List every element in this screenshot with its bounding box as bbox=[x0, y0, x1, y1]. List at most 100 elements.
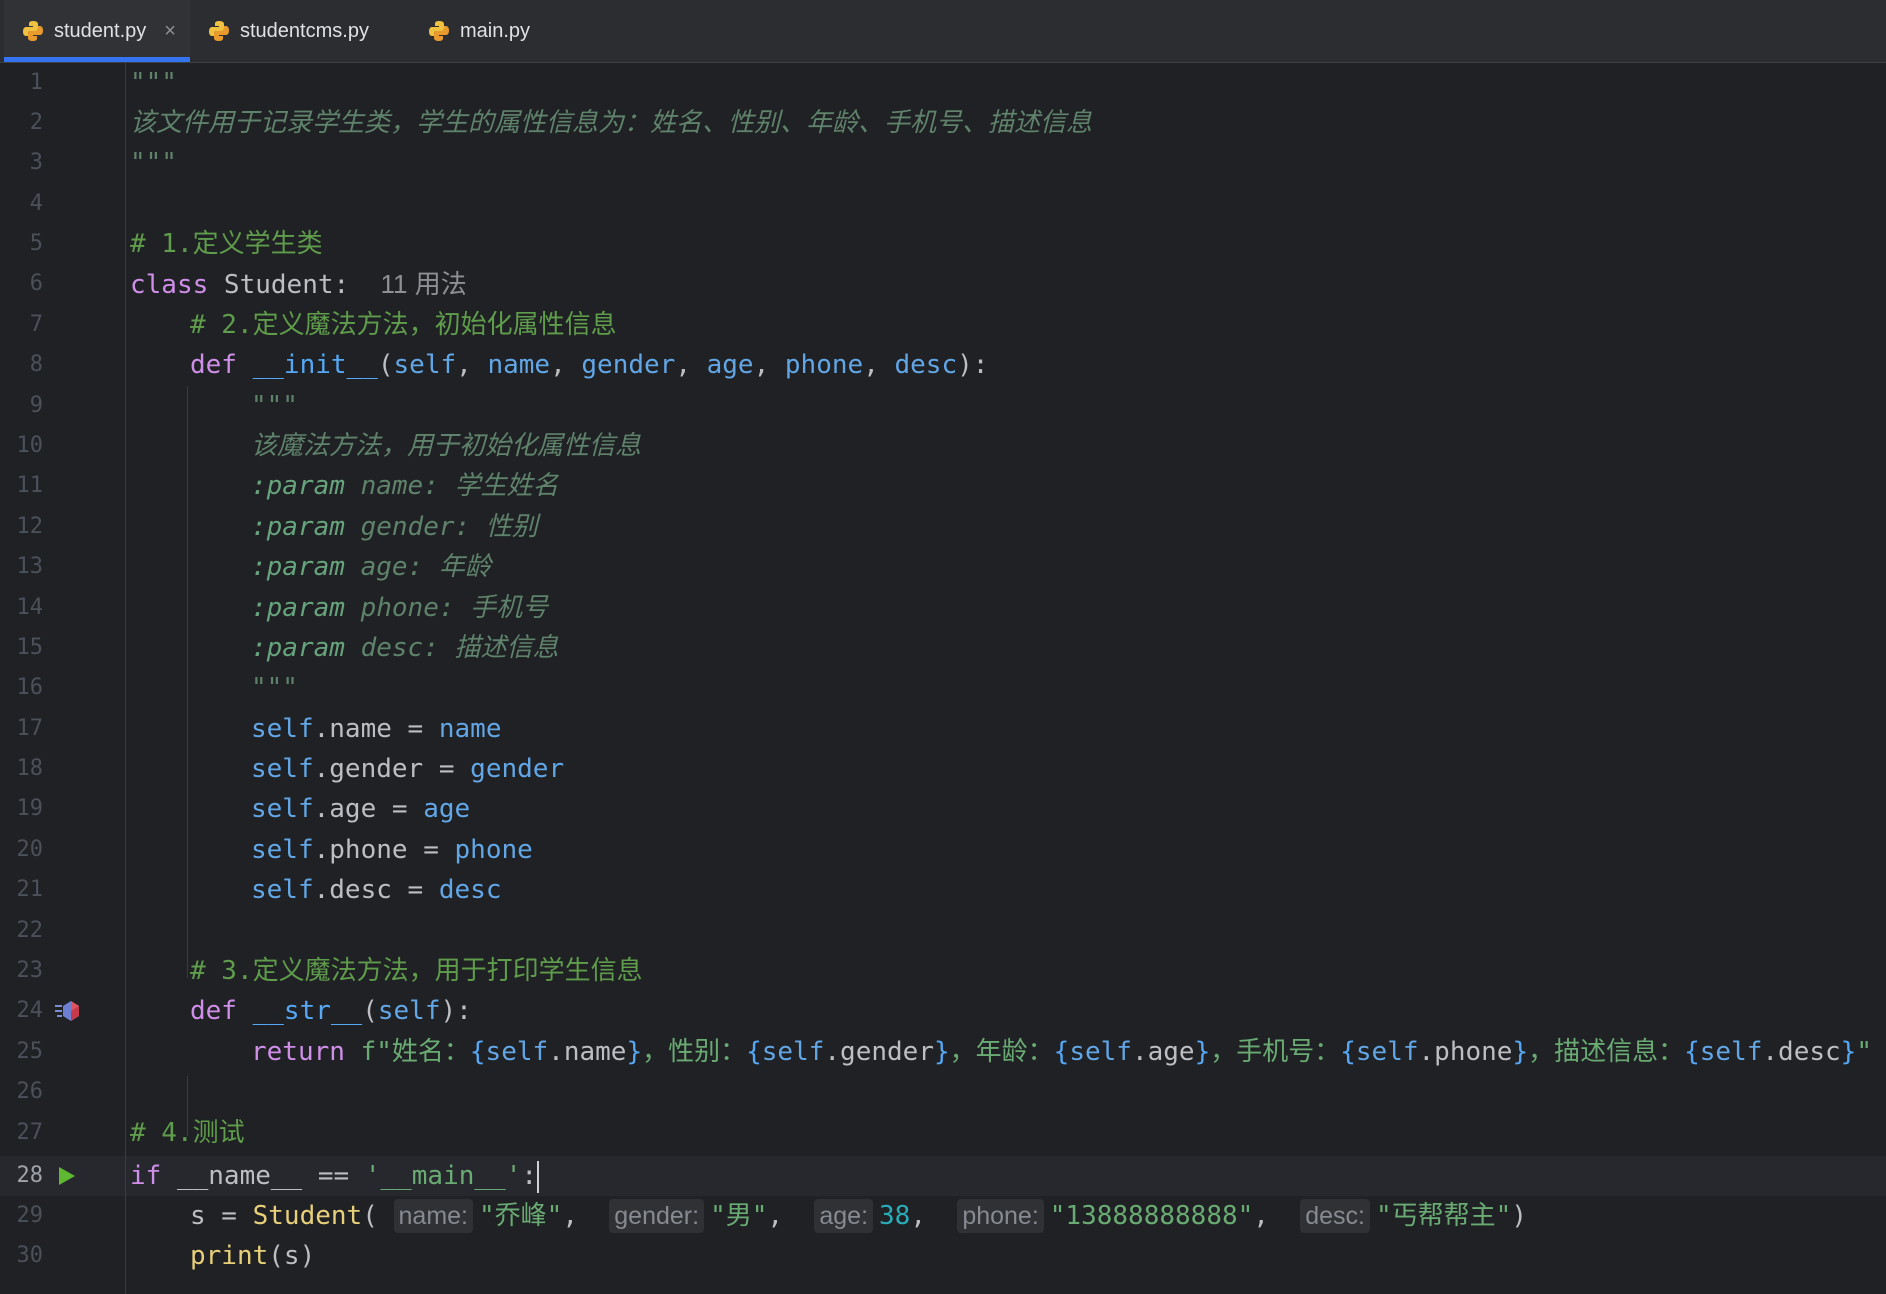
line-number: 14 bbox=[16, 595, 44, 620]
comment: # 3.定义魔法方法，用于打印学生信息 bbox=[190, 956, 643, 986]
code-line: 15 :param desc: 描述信息 bbox=[0, 628, 1886, 668]
code-line: 3 """ bbox=[0, 143, 1886, 183]
line-number: 9 bbox=[29, 393, 43, 418]
attr-assign: .phone = bbox=[313, 835, 455, 865]
doc-text: age: 年龄 bbox=[344, 552, 491, 582]
param-ref: name bbox=[438, 714, 502, 744]
line-number: 29 bbox=[16, 1203, 44, 1228]
line-number: 28 bbox=[16, 1163, 44, 1188]
class-name: Student: bbox=[208, 270, 350, 300]
code-line: 6 class Student: 11 用法 bbox=[0, 264, 1886, 304]
function-name: __init__ bbox=[252, 350, 378, 380]
line-number: 16 bbox=[16, 675, 44, 700]
punct: , bbox=[863, 350, 895, 380]
punct: ): bbox=[440, 996, 472, 1026]
attr: .name bbox=[548, 1037, 627, 1067]
string-literal: '__main__' bbox=[364, 1161, 522, 1191]
docstring: """ bbox=[130, 148, 177, 178]
param-ref: gender bbox=[470, 754, 565, 784]
doc-tag: :param bbox=[251, 512, 345, 542]
param-hint: desc: bbox=[1300, 1199, 1371, 1233]
usages-hint[interactable]: 11 用法 bbox=[380, 269, 466, 299]
punct: : bbox=[521, 1161, 538, 1191]
attr-assign: .age = bbox=[313, 794, 424, 824]
line-number: 2 bbox=[29, 110, 43, 135]
python-icon bbox=[429, 21, 449, 41]
self-ref: self bbox=[251, 875, 314, 905]
code-editor[interactable]: 1 """ 2 该文件用于记录学生类，学生的属性信息为：姓名、性别、年龄、手机号… bbox=[0, 63, 1886, 1294]
fstring-brace: { bbox=[1340, 1037, 1356, 1067]
docstring: 该文件用于记录学生类，学生的属性信息为：姓名、性别、年龄、手机号、描述信息 bbox=[130, 108, 1093, 138]
self-param: self bbox=[393, 350, 457, 380]
docstring: :param phone: 手机号 bbox=[251, 588, 548, 628]
code-text: (s) bbox=[268, 1241, 316, 1271]
override-method-icon[interactable] bbox=[55, 999, 81, 1023]
fstring-brace: } bbox=[626, 1037, 643, 1067]
punct: , bbox=[910, 1201, 958, 1231]
code-line: 24 def __str__(self): bbox=[0, 991, 1886, 1031]
code-line: 19 self.age = age bbox=[0, 789, 1886, 829]
self-ref: self bbox=[251, 835, 314, 865]
code-line: 22 bbox=[0, 911, 1886, 951]
tab-main-py[interactable]: main.py bbox=[428, 0, 530, 62]
attr: .gender bbox=[824, 1037, 934, 1067]
code-text: self.name = name bbox=[251, 709, 501, 749]
param: name bbox=[487, 350, 551, 380]
line-number: 6 bbox=[29, 271, 43, 296]
code-line: 5 # 1.定义学生类 bbox=[0, 224, 1886, 264]
attr-assign: .gender = bbox=[313, 754, 471, 784]
param-hint: phone: bbox=[957, 1199, 1044, 1233]
call-name: Student bbox=[252, 1201, 363, 1231]
punct: ( bbox=[377, 350, 394, 380]
doc-tag: :param bbox=[251, 471, 345, 501]
string-literal: "乔峰" bbox=[479, 1201, 563, 1231]
param: gender bbox=[581, 350, 676, 380]
fstring-text: ，描述信息： bbox=[1528, 1037, 1685, 1067]
punct: , bbox=[1253, 1201, 1301, 1231]
param-hint: name: bbox=[393, 1199, 473, 1233]
run-icon[interactable] bbox=[55, 1165, 77, 1187]
attr: .age bbox=[1131, 1037, 1195, 1067]
code-line: 9 """ bbox=[0, 386, 1886, 426]
line-number: 11 bbox=[16, 473, 44, 498]
code-line: 7 # 2.定义魔法方法，初始化属性信息 bbox=[0, 305, 1886, 345]
line-number: 27 bbox=[16, 1120, 44, 1145]
line-number: 23 bbox=[16, 958, 44, 983]
line-number: 15 bbox=[16, 635, 44, 660]
docstring: """ bbox=[251, 391, 298, 421]
code-line: 8 def __init__(self, name, gender, age, … bbox=[0, 345, 1886, 385]
punct: ( bbox=[362, 996, 378, 1026]
tab-student-py[interactable]: student.py × bbox=[4, 0, 190, 62]
line-number: 1 bbox=[29, 70, 43, 95]
code-line: 12 :param gender: 性别 bbox=[0, 507, 1886, 547]
line-number: 8 bbox=[29, 352, 43, 377]
code-line: 30 print(s) bbox=[0, 1236, 1886, 1276]
code-line: 2 该文件用于记录学生类，学生的属性信息为：姓名、性别、年龄、手机号、描述信息 bbox=[0, 103, 1886, 143]
tab-studentcms-py[interactable]: studentcms.py bbox=[208, 0, 369, 62]
line-number: 21 bbox=[16, 877, 44, 902]
docstring: :param gender: 性别 bbox=[251, 507, 538, 547]
code-line: 11 :param name: 学生姓名 bbox=[0, 466, 1886, 506]
line-number: 4 bbox=[29, 191, 43, 216]
line-number: 26 bbox=[16, 1079, 44, 1104]
code-text: print(s) bbox=[190, 1236, 315, 1276]
punct: , bbox=[550, 350, 582, 380]
code-line: 13 :param age: 年龄 bbox=[0, 547, 1886, 587]
param-hint: age: bbox=[814, 1199, 874, 1233]
param: age bbox=[706, 350, 754, 380]
keyword: def bbox=[190, 996, 237, 1026]
close-icon[interactable]: × bbox=[164, 20, 176, 43]
tab-label: studentcms.py bbox=[240, 19, 369, 42]
doc-text: name: 学生姓名 bbox=[344, 471, 559, 501]
punct: , bbox=[562, 1201, 610, 1231]
code-line: 18 self.gender = gender bbox=[0, 749, 1886, 789]
attr-assign: .name = bbox=[313, 714, 439, 744]
fstring-brace: { bbox=[1684, 1037, 1700, 1067]
code-line: 17 self.name = name bbox=[0, 709, 1886, 749]
comment: # 2.定义魔法方法，初始化属性信息 bbox=[190, 310, 617, 340]
doc-text: desc: 描述信息 bbox=[344, 633, 559, 663]
code-text: __name__ == bbox=[161, 1161, 365, 1191]
fstring-brace: } bbox=[1840, 1037, 1857, 1067]
line-number: 18 bbox=[16, 756, 44, 781]
punct: , bbox=[767, 1201, 815, 1231]
